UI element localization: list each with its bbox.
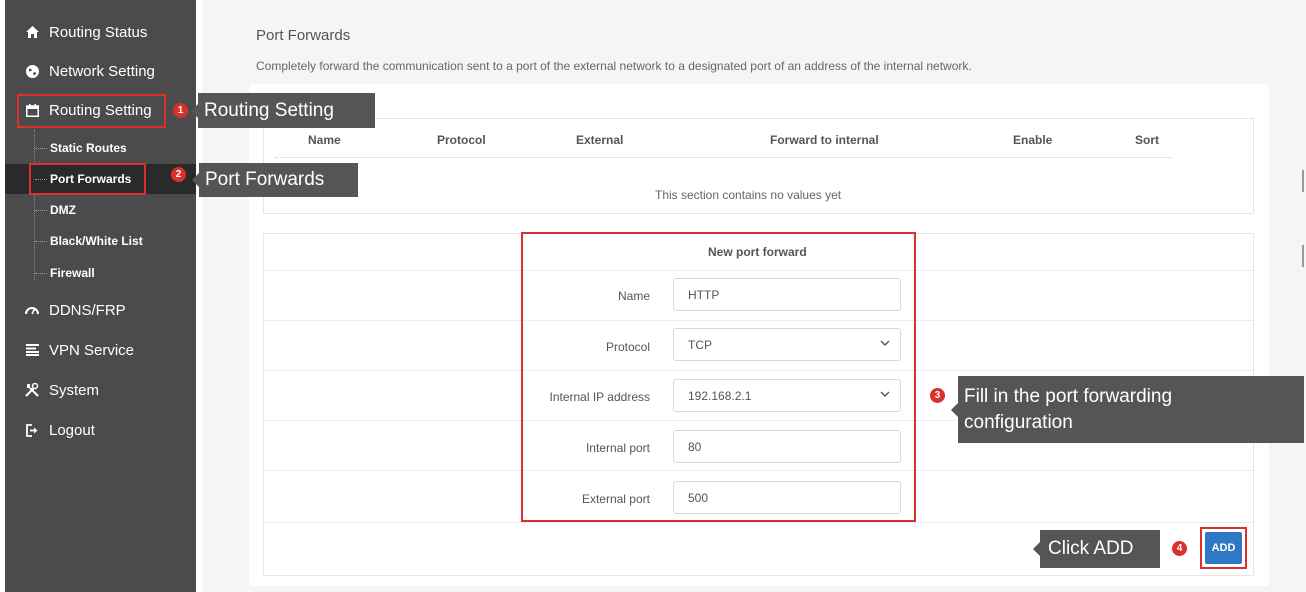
callout-click-add: Click ADD	[1033, 530, 1160, 568]
callout-text: Routing Setting	[204, 99, 334, 121]
callout-text-line1: Fill in the port forwarding	[964, 385, 1173, 407]
column-header-forward-to-internal: Forward to internal	[770, 133, 879, 147]
sidebar-item-label: VPN Service	[49, 341, 135, 359]
callout-text-line2: configuration	[964, 411, 1073, 433]
speedometer-icon	[25, 303, 39, 317]
step-badge-3: 3	[930, 388, 945, 403]
sidebar-item-label: DDNS/FRP	[49, 301, 126, 319]
divider	[275, 157, 1171, 158]
callout-port-forwards: Port Forwards	[192, 163, 358, 197]
logout-icon	[25, 423, 39, 437]
column-header-protocol: Protocol	[437, 133, 486, 147]
sidebar-item-label: Network Setting	[49, 62, 155, 80]
sidebar-subitem-dmz[interactable]: DMZ	[5, 195, 196, 225]
tree-line	[35, 147, 47, 149]
edge-mark	[1302, 245, 1304, 267]
tree-line	[35, 209, 47, 211]
column-header-name: Name	[308, 133, 341, 147]
page-description: Completely forward the communication sen…	[256, 59, 972, 73]
edge-mark	[1302, 170, 1304, 192]
empty-table-message: This section contains no values yet	[655, 188, 842, 202]
routing-setting-highlight-box	[17, 94, 166, 128]
sidebar-subitem-label: DMZ	[50, 203, 76, 217]
column-header-enable: Enable	[1013, 133, 1053, 147]
callout-text: Click ADD	[1048, 538, 1134, 559]
sidebar-subitem-label: Firewall	[50, 266, 95, 280]
tree-line	[35, 272, 47, 274]
sidebar-item-logout[interactable]: Logout	[5, 415, 196, 445]
home-icon	[25, 25, 39, 39]
page-title: Port Forwards	[256, 27, 351, 44]
sidebar-subitem-label: Static Routes	[50, 141, 127, 155]
callout-text: Port Forwards	[205, 169, 325, 190]
sidebar-subitem-firewall[interactable]: Firewall	[5, 258, 196, 288]
sidebar-item-ddns-frp[interactable]: DDNS/FRP	[5, 295, 196, 325]
callout-fill-configuration: Fill in the port forwarding configuratio…	[951, 376, 1304, 443]
step-badge-4: 4	[1172, 541, 1187, 556]
sidebar-subitem-black-white-list[interactable]: Black/White List	[5, 226, 196, 256]
form-highlight-box	[521, 232, 916, 522]
divider	[264, 522, 1253, 523]
sidebar-item-vpn-service[interactable]: VPN Service	[5, 335, 196, 365]
tree-line	[35, 240, 47, 242]
sidebar-item-network-setting[interactable]: Network Setting	[5, 56, 196, 86]
column-header-external: External	[576, 133, 624, 147]
sidebar-item-system[interactable]: System	[5, 375, 196, 405]
sidebar-subitem-label: Black/White List	[50, 234, 143, 248]
port-forwards-highlight-box	[29, 163, 146, 195]
sidebar-subitem-static-routes[interactable]: Static Routes	[5, 133, 196, 163]
sidebar: Routing Status Network Setting Routing S…	[5, 0, 196, 592]
step-badge-2: 2	[171, 167, 186, 182]
callout-routing-setting: Routing Setting	[191, 93, 375, 128]
tools-icon	[25, 383, 39, 397]
add-button[interactable]: ADD	[1205, 532, 1242, 564]
list-icon	[25, 343, 39, 357]
sidebar-item-routing-status[interactable]: Routing Status	[5, 17, 196, 47]
step-badge-1: 1	[173, 103, 188, 118]
sidebar-item-label: Logout	[49, 421, 95, 439]
sidebar-item-label: System	[49, 381, 100, 399]
column-header-sort: Sort	[1135, 133, 1159, 147]
globe-icon	[25, 64, 39, 78]
sidebar-item-label: Routing Status	[49, 23, 148, 41]
